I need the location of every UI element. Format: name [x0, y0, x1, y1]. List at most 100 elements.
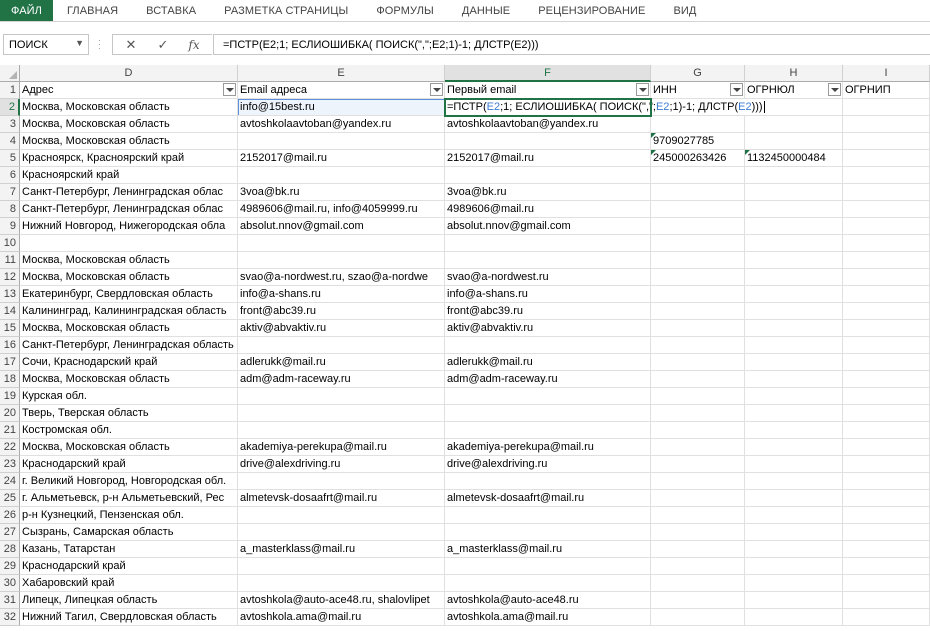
table-cell[interactable]	[745, 269, 843, 286]
table-cell[interactable]: Хабаровский край	[20, 575, 238, 592]
table-cell[interactable]: Краснодарский край	[20, 558, 238, 575]
drag-handle-icon[interactable]: · · ·	[98, 36, 101, 53]
table-cell[interactable]: Москва, Московская область	[20, 99, 238, 116]
name-box[interactable]: ПОИСК ▼	[3, 34, 89, 55]
table-cell[interactable]	[843, 592, 930, 609]
table-cell[interactable]	[651, 490, 745, 507]
ribbon-tab-6[interactable]: ДАННЫЕ	[448, 0, 524, 21]
table-cell[interactable]	[651, 286, 745, 303]
table-cell[interactable]	[843, 99, 930, 116]
ribbon-tab-7[interactable]: РЕЦЕНЗИРОВАНИЕ	[524, 0, 659, 21]
table-cell[interactable]	[745, 473, 843, 490]
table-cell[interactable]	[745, 388, 843, 405]
header-cell[interactable]: Адрес	[20, 82, 238, 99]
table-cell[interactable]: front@abc39.ru	[238, 303, 445, 320]
table-cell[interactable]	[843, 303, 930, 320]
table-cell[interactable]: Москва, Московская область	[20, 133, 238, 150]
ribbon-tab-1[interactable]: ФАЙЛ	[0, 0, 53, 21]
table-cell[interactable]: Калининград, Калининградская область	[20, 303, 238, 320]
row-header[interactable]: 27	[0, 524, 20, 541]
row-header[interactable]: 12	[0, 269, 20, 286]
table-cell[interactable]: 2152017@mail.ru	[238, 150, 445, 167]
row-header[interactable]: 22	[0, 439, 20, 456]
table-cell[interactable]	[843, 558, 930, 575]
row-header[interactable]: 4	[0, 133, 20, 150]
column-header-i[interactable]: I	[843, 65, 930, 82]
table-cell[interactable]: avtoshkola.ama@mail.ru	[445, 609, 651, 626]
row-header[interactable]: 20	[0, 405, 20, 422]
table-cell[interactable]: 2152017@mail.ru	[445, 150, 651, 167]
table-cell[interactable]: avtoshkola@auto-ace48.ru, shalovlipet	[238, 592, 445, 609]
row-header[interactable]: 9	[0, 218, 20, 235]
ribbon-tab-2[interactable]: ГЛАВНАЯ	[53, 0, 132, 21]
table-cell[interactable]	[445, 575, 651, 592]
table-cell[interactable]	[843, 286, 930, 303]
row-header[interactable]: 28	[0, 541, 20, 558]
table-cell[interactable]: adlerukk@mail.ru	[238, 354, 445, 371]
table-cell[interactable]: almetevsk-dosaafrt@mail.ru	[445, 490, 651, 507]
row-header[interactable]: 26	[0, 507, 20, 524]
filter-dropdown-icon[interactable]	[828, 83, 841, 96]
table-cell[interactable]	[651, 167, 745, 184]
table-cell[interactable]: akademiya-perekupa@mail.ru	[238, 439, 445, 456]
table-cell[interactable]	[843, 269, 930, 286]
table-cell[interactable]	[651, 252, 745, 269]
table-cell[interactable]: Красноярский край	[20, 167, 238, 184]
table-cell[interactable]	[445, 167, 651, 184]
row-header[interactable]: 8	[0, 201, 20, 218]
table-cell[interactable]: 245000263426	[651, 150, 745, 167]
row-header[interactable]: 23	[0, 456, 20, 473]
column-header-e[interactable]: E	[238, 65, 445, 82]
table-cell[interactable]: info@a-shans.ru	[445, 286, 651, 303]
filter-dropdown-icon[interactable]	[430, 83, 443, 96]
table-cell[interactable]	[651, 269, 745, 286]
row-header[interactable]: 11	[0, 252, 20, 269]
table-cell[interactable]	[238, 558, 445, 575]
table-cell[interactable]	[238, 235, 445, 252]
row-header[interactable]: 21	[0, 422, 20, 439]
table-cell[interactable]	[843, 320, 930, 337]
table-cell[interactable]: Москва, Московская область	[20, 439, 238, 456]
table-cell[interactable]	[843, 541, 930, 558]
table-cell[interactable]: Нижний Новгород, Нижегородская обла	[20, 218, 238, 235]
filter-dropdown-icon[interactable]	[730, 83, 743, 96]
table-cell[interactable]	[445, 235, 651, 252]
table-cell[interactable]: 4989606@mail.ru, info@4059999.ru	[238, 201, 445, 218]
row-header[interactable]: 24	[0, 473, 20, 490]
row-header[interactable]: 29	[0, 558, 20, 575]
table-cell[interactable]: Санкт-Петербург, Ленинградская область	[20, 337, 238, 354]
table-cell[interactable]	[745, 422, 843, 439]
table-cell[interactable]: Москва, Московская область	[20, 269, 238, 286]
table-cell[interactable]: Санкт-Петербург, Ленинградская облас	[20, 184, 238, 201]
table-cell[interactable]	[843, 167, 930, 184]
table-cell[interactable]	[651, 235, 745, 252]
table-cell[interactable]	[238, 575, 445, 592]
table-cell[interactable]: drive@alexdriving.ru	[238, 456, 445, 473]
table-cell[interactable]	[745, 490, 843, 507]
table-cell[interactable]	[843, 116, 930, 133]
header-cell[interactable]: Первый email	[445, 82, 651, 99]
header-cell[interactable]: ОГРНИП	[843, 82, 930, 99]
formula-input[interactable]: =ПСТР(E2;1; ЕСЛИОШИБКА( ПОИСК(",";E2;1)-…	[213, 34, 930, 55]
row-header[interactable]: 13	[0, 286, 20, 303]
table-cell[interactable]	[651, 405, 745, 422]
table-cell[interactable]: Красноярск, Красноярский край	[20, 150, 238, 167]
row-header[interactable]: 6	[0, 167, 20, 184]
table-cell[interactable]: 9709027785	[651, 133, 745, 150]
table-cell[interactable]	[445, 524, 651, 541]
table-cell[interactable]: г. Альметьевск, р-н Альметьевский, Рес	[20, 490, 238, 507]
table-cell[interactable]: г. Великий Новгород, Новгородская обл.	[20, 473, 238, 490]
table-cell[interactable]	[651, 354, 745, 371]
table-cell[interactable]: aktiv@abvaktiv.ru	[445, 320, 651, 337]
table-cell[interactable]	[745, 133, 843, 150]
table-cell[interactable]: Сочи, Краснодарский край	[20, 354, 238, 371]
table-cell[interactable]	[843, 456, 930, 473]
table-cell[interactable]	[745, 201, 843, 218]
table-cell[interactable]	[445, 133, 651, 150]
table-cell[interactable]	[445, 473, 651, 490]
table-cell[interactable]	[843, 133, 930, 150]
table-cell[interactable]	[745, 303, 843, 320]
table-cell[interactable]	[843, 337, 930, 354]
table-cell[interactable]	[651, 422, 745, 439]
table-cell[interactable]	[843, 184, 930, 201]
